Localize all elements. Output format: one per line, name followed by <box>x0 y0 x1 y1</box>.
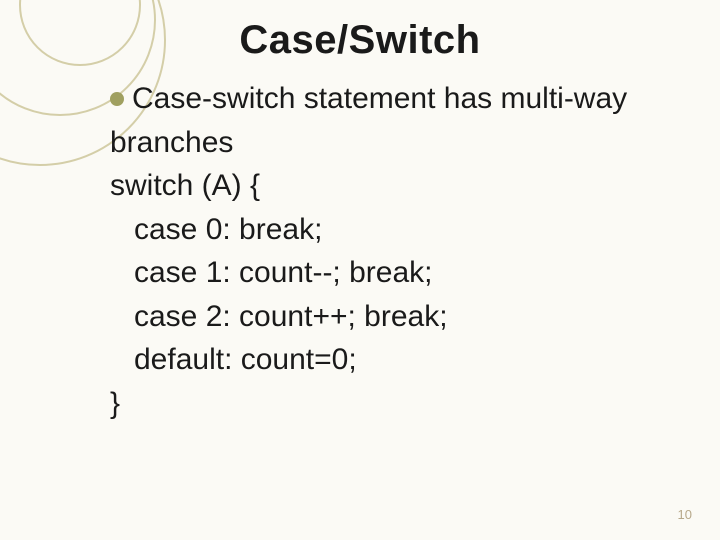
bullet-text-line2: branches <box>110 121 680 165</box>
bullet-text-line1: Case-switch statement has multi-way <box>132 77 680 121</box>
slide-content: Case-switch statement has multi-way bran… <box>40 77 680 425</box>
slide-title: Case/Switch <box>40 18 680 63</box>
code-line-close: } <box>110 382 680 426</box>
slide: Case/Switch Case-switch statement has mu… <box>0 0 720 540</box>
bullet-icon <box>110 92 124 106</box>
page-number: 10 <box>678 507 692 522</box>
code-line-case2: case 2: count++; break; <box>110 295 680 339</box>
code-line-case1: case 1: count--; break; <box>110 251 680 295</box>
bullet-item: Case-switch statement has multi-way <box>110 77 680 121</box>
code-line-case0: case 0: break; <box>110 208 680 252</box>
code-line-default: default: count=0; <box>110 338 680 382</box>
code-line-switch: switch (A) { <box>110 164 680 208</box>
